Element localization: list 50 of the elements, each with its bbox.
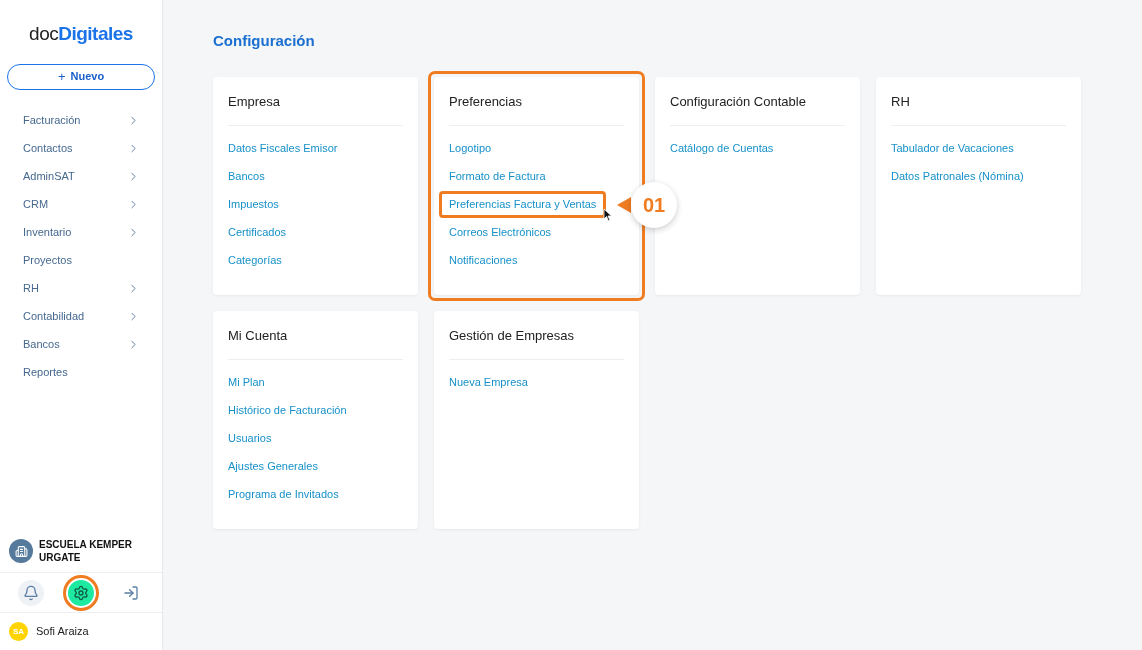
settings-link[interactable]: Preferencias Factura y Ventas xyxy=(439,191,607,218)
bell-icon xyxy=(23,584,39,601)
logo-suffix: Digitales xyxy=(58,22,133,46)
settings-link[interactable]: Histórico de Facturación xyxy=(228,402,347,419)
settings-link[interactable]: Datos Patronales (Nómina) xyxy=(891,168,1024,185)
settings-link[interactable]: Certificados xyxy=(228,224,287,241)
card-title: Empresa xyxy=(228,91,403,126)
sidebar-item[interactable]: Contabilidad xyxy=(0,302,162,331)
sidebar-item[interactable]: Inventario xyxy=(0,218,162,247)
settings-link[interactable]: Catálogo de Cuentas xyxy=(670,140,774,157)
logo-prefix: doc xyxy=(29,22,59,46)
cursor-icon xyxy=(603,208,613,222)
settings-link[interactable]: Logotipo xyxy=(449,140,492,157)
card-title: Mi Cuenta xyxy=(228,325,403,360)
sidebar-item[interactable]: Bancos xyxy=(0,330,162,359)
settings-link[interactable]: Usuarios xyxy=(228,430,272,447)
sidebar-item[interactable]: AdminSAT xyxy=(0,162,162,191)
card-title: RH xyxy=(891,91,1066,126)
settings-link[interactable]: Tabulador de Vacaciones xyxy=(891,140,1014,157)
building-icon xyxy=(14,544,28,558)
settings-link[interactable]: Impuestos xyxy=(228,196,279,213)
user-name: Sofi Araiza xyxy=(36,624,89,640)
settings-link[interactable]: Nueva Empresa xyxy=(449,374,528,391)
settings-link[interactable]: Notificaciones xyxy=(449,252,518,269)
notifications-button[interactable] xyxy=(18,579,44,606)
sidebar-item[interactable]: RH xyxy=(0,274,162,303)
settings-icon xyxy=(73,584,89,601)
user-avatar: SA xyxy=(9,622,28,641)
card-title: Preferencias xyxy=(449,91,624,126)
sidebar-item[interactable]: Reportes xyxy=(0,358,162,387)
sidebar-item[interactable]: Facturación xyxy=(0,106,162,135)
card-title: Gestión de Empresas xyxy=(449,325,624,360)
settings-link[interactable]: Ajustes Generales xyxy=(228,458,318,475)
card-title: Configuración Contable xyxy=(670,91,845,126)
company-name: ESCUELA KEMPER URGATE xyxy=(39,538,133,564)
settings-link[interactable]: Datos Fiscales Emisor xyxy=(228,140,338,157)
settings-link[interactable]: Categorías xyxy=(228,252,282,269)
page-title: Configuración xyxy=(213,31,316,51)
callout-arrow-icon xyxy=(617,197,631,213)
logout-icon xyxy=(123,584,139,601)
sidebar-item[interactable]: Proyectos xyxy=(0,246,162,275)
settings-link[interactable]: Programa de Invitados xyxy=(228,486,339,503)
settings-link[interactable]: Formato de Factura xyxy=(449,168,546,185)
sidebar-item[interactable]: CRM xyxy=(0,190,162,219)
step-callout: 01 xyxy=(631,182,677,228)
plus-icon: + xyxy=(57,66,66,87)
settings-link[interactable]: Correos Electrónicos xyxy=(449,224,552,241)
sidebar-item[interactable]: Contactos xyxy=(0,134,162,163)
settings-link[interactable]: Bancos xyxy=(228,168,265,185)
settings-link[interactable]: Mi Plan xyxy=(228,374,265,391)
